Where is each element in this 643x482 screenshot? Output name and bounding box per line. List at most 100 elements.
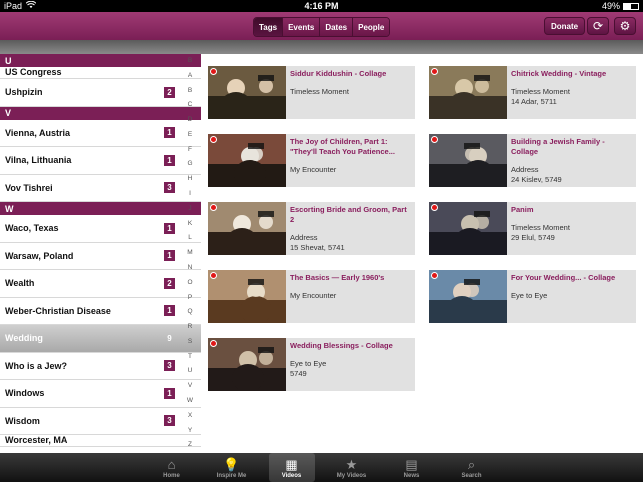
list-item[interactable]: Vilna, Lithuania 1 [0, 147, 201, 175]
video-card[interactable]: Chitrick Wedding - Vintage Timeless Momen… [429, 66, 636, 119]
tab-label: Inspire Me [216, 473, 247, 479]
tab-inspire-me[interactable]: 💡 Inspire Me [209, 453, 255, 482]
segment-events[interactable]: Events [283, 18, 321, 36]
video-thumbnail[interactable] [208, 338, 286, 391]
video-card[interactable]: Building a Jewish Family - Collage Addres… [429, 134, 636, 187]
video-thumbnail[interactable] [429, 270, 507, 323]
index-letter[interactable]: J [188, 205, 191, 213]
video-thumbnail[interactable] [208, 66, 286, 119]
index-letter[interactable]: O [187, 279, 192, 287]
video-thumbnail[interactable] [208, 202, 286, 255]
video-card[interactable]: Escorting Bride and Groom, Part 2 Address… [208, 202, 415, 255]
video-info: The Basics — Early 1960's My Encounter [286, 270, 415, 323]
settings-button[interactable]: ⚙ [614, 17, 636, 35]
video-title[interactable]: Building a Jewish Family - Collage [511, 137, 632, 157]
list-item[interactable]: Vov Tishrei 3 [0, 174, 201, 202]
index-letter[interactable]: C [188, 102, 193, 109]
tag-list[interactable]: U US Congress Ushpizin 2 V Vienna, Austria 1 Vi… [0, 54, 201, 453]
new-indicator-icon [210, 272, 217, 279]
count-badge: 1 [164, 154, 175, 166]
video-title[interactable]: For Your Wedding... - Collage [511, 273, 632, 283]
index-letter[interactable]: H [188, 176, 193, 183]
index-letter[interactable]: S [188, 338, 192, 346]
list-item[interactable]: Waco, Texas 1 [0, 215, 201, 243]
index-letter[interactable]: T [188, 353, 192, 361]
list-item[interactable]: US Congress [0, 67, 201, 79]
list-item[interactable]: Wedding 9 [0, 325, 201, 353]
video-title[interactable]: Wedding Blessings - Collage [290, 341, 411, 351]
index-letter[interactable]: M [187, 250, 192, 257]
donate-button[interactable]: Donate [544, 17, 586, 35]
index-letter[interactable]: L [188, 235, 192, 242]
new-indicator-icon [210, 68, 217, 75]
video-card[interactable]: For Your Wedding... - Collage Eye to Eye [429, 270, 636, 323]
index-letter[interactable]: Z [188, 442, 192, 449]
index-letter[interactable]: Q [187, 309, 192, 316]
video-card[interactable]: Panim Timeless Moment 29 Elul, 5749 [429, 202, 636, 255]
list-item[interactable]: Warsaw, Poland 1 [0, 242, 201, 270]
video-title[interactable]: The Joy of Children, Part 1: "They'll Te… [290, 137, 411, 157]
lightbulb-icon: 💡 [223, 457, 240, 472]
tab-search[interactable]: ⌕ Search [449, 453, 495, 482]
video-meta: My Encounter [290, 165, 337, 174]
count-badge: 3 [164, 182, 175, 194]
index-letter[interactable]: D [188, 117, 193, 124]
video-thumbnail[interactable] [429, 134, 507, 187]
index-letter[interactable]: K [188, 220, 192, 228]
index-letter[interactable]: U [188, 368, 193, 375]
index-letter[interactable]: I [189, 191, 191, 198]
status-bar: iPad 4:16 PM 49% [0, 0, 643, 12]
video-thumbnail[interactable] [208, 270, 286, 323]
count-badge: 2 [164, 277, 175, 289]
alphabet-index[interactable]: BABCDEFGHIJKLMNOPQRSTUVWXYZ [182, 54, 198, 453]
video-thumbnail[interactable] [208, 134, 286, 187]
video-title[interactable]: Panim [511, 205, 632, 215]
video-card[interactable]: The Joy of Children, Part 1: "They'll Te… [208, 134, 415, 187]
list-item[interactable]: Worcester, MA [0, 435, 201, 447]
list-item[interactable]: Who is a Jew? 3 [0, 352, 201, 380]
section-header: U [0, 54, 201, 67]
tab-videos[interactable]: ▦ Videos [268, 453, 315, 482]
index-letter[interactable]: V [188, 383, 192, 390]
video-title[interactable]: Escorting Bride and Groom, Part 2 [290, 205, 411, 225]
index-letter[interactable]: W [187, 397, 193, 405]
index-letter[interactable]: B [188, 57, 192, 65]
video-card[interactable]: Siddur Kiddushin - Collage Timeless Momen… [208, 66, 415, 119]
count-badge: 1 [164, 387, 175, 399]
video-title[interactable]: Chitrick Wedding - Vintage [511, 69, 632, 79]
segment-people[interactable]: People [353, 18, 390, 36]
list-item[interactable]: Vienna, Austria 1 [0, 119, 201, 147]
count-badge: 2 [164, 86, 175, 98]
video-card[interactable]: The Basics — Early 1960's My Encounter [208, 270, 415, 323]
video-thumbnail[interactable] [429, 202, 507, 255]
video-meta: 15 Shevat, 5741 [290, 243, 345, 252]
list-item[interactable]: Wealth 2 [0, 270, 201, 298]
list-item[interactable]: Ushpizin 2 [0, 79, 201, 107]
tab-label: My Videos [336, 473, 367, 479]
index-letter[interactable]: R [188, 324, 193, 331]
refresh-button[interactable]: ⟳ [587, 17, 609, 35]
video-thumbnail[interactable] [429, 66, 507, 119]
list-item[interactable]: Wisdom 3 [0, 407, 201, 435]
list-item[interactable]: Weber-Christian Disease 1 [0, 297, 201, 325]
index-letter[interactable]: P [188, 294, 192, 302]
index-letter[interactable]: N [188, 264, 193, 272]
toolbar-divider [0, 40, 643, 54]
index-letter[interactable]: A [188, 72, 192, 80]
video-card[interactable]: Wedding Blessings - Collage Eye to Eye 574… [208, 338, 415, 391]
tab-my-videos[interactable]: ★ My Videos [329, 453, 375, 482]
segment-dates[interactable]: Dates [320, 18, 354, 36]
index-letter[interactable]: F [188, 146, 192, 154]
video-title[interactable]: The Basics — Early 1960's [290, 273, 411, 283]
segment-tags[interactable]: Tags [254, 18, 284, 36]
index-letter[interactable]: Y [188, 427, 192, 435]
tab-news[interactable]: ▤ News [389, 453, 435, 482]
tab-home[interactable]: ⌂ Home [149, 453, 195, 482]
index-letter[interactable]: B [188, 87, 192, 95]
index-letter[interactable]: E [188, 131, 192, 139]
video-title[interactable]: Siddur Kiddushin - Collage [290, 69, 411, 79]
list-item[interactable]: Windows 1 [0, 380, 201, 408]
index-letter[interactable]: G [187, 161, 192, 168]
video-meta: Address [511, 165, 539, 174]
index-letter[interactable]: X [188, 412, 192, 420]
